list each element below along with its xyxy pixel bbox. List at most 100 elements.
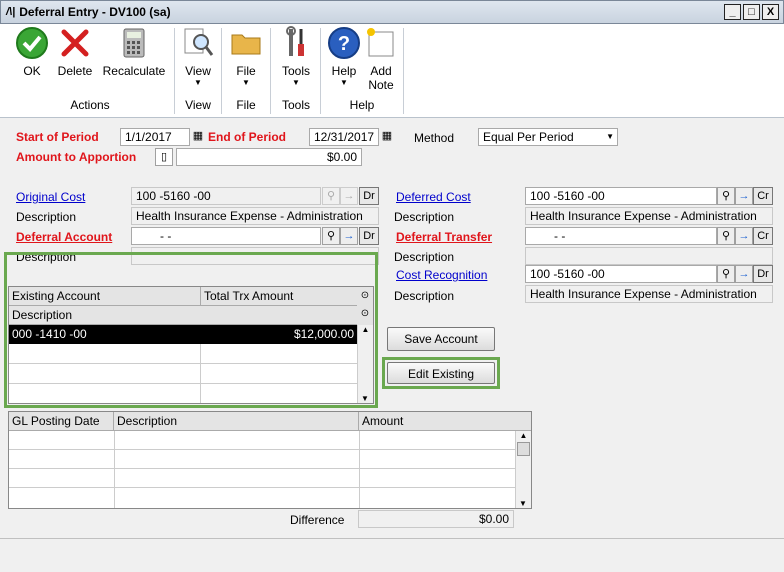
tools-label: Tools (281, 64, 310, 78)
group-actions: Actions (70, 98, 110, 112)
original-cost-input: 100 -5160 -00 (131, 187, 321, 205)
row-account: 000 -1410 -00 (12, 327, 87, 341)
col-description: Description (12, 308, 73, 322)
table-row[interactable] (9, 364, 357, 384)
original-cost-description: Health Insurance Expense - Administratio… (131, 207, 379, 225)
table-row[interactable] (9, 450, 515, 469)
scroll-up-icon[interactable]: ▲ (516, 431, 531, 440)
delete-button[interactable]: Delete (55, 26, 95, 78)
add-note-label-line1: Add (370, 64, 392, 78)
arrow-right-icon[interactable]: → (735, 187, 753, 205)
cost-recognition-link[interactable]: Cost Recognition (396, 268, 487, 282)
table-row[interactable] (9, 384, 357, 403)
row-amount: $12,000.00 (293, 327, 354, 341)
table-row[interactable] (9, 469, 515, 488)
minimize-button[interactable]: _ (724, 4, 741, 20)
deferral-transfer-description-label: Description (394, 250, 455, 264)
deferred-cost-input[interactable]: 100 -5160 -00 (525, 187, 717, 205)
deferral-transfer-input[interactable]: - - (525, 227, 717, 245)
original-cost-link[interactable]: Original Cost (16, 190, 85, 204)
ribbon-divider (403, 28, 404, 114)
edit-existing-button[interactable]: Edit Existing (387, 362, 495, 384)
table-row[interactable]: 000 -1410 -00 $12,000.00 (9, 325, 357, 344)
dr-button[interactable]: Dr (753, 265, 773, 283)
deferred-cost-description-label: Description (394, 210, 455, 224)
deferral-account-link[interactable]: Deferral Account (16, 230, 112, 244)
table-row[interactable] (9, 488, 515, 508)
scroll-up-icon[interactable]: ▲ (358, 325, 373, 334)
calendar-icon[interactable]: ▦ (189, 128, 207, 146)
existing-account-grid: Existing Account Total Trx Amount Descri… (8, 286, 374, 404)
add-note-button[interactable]: Add Note (364, 26, 398, 92)
add-note-label-line2: Note (368, 78, 394, 92)
ribbon-divider (270, 28, 271, 114)
method-label: Method (414, 131, 455, 145)
checkmark-icon (15, 26, 49, 60)
view-button[interactable]: View ▼ (180, 26, 216, 87)
col-posting-amount: Amount (362, 414, 404, 428)
file-label: File (236, 64, 256, 78)
col-existing-account: Existing Account (9, 287, 201, 306)
note-icon[interactable]: ▯ (155, 148, 173, 166)
chevron-down-icon: ▼ (292, 78, 300, 87)
amount-to-apportion-label: Amount to Apportion (16, 150, 137, 164)
ribbon-divider (221, 28, 222, 114)
help-button[interactable]: ? Help ▼ (326, 26, 362, 87)
posting-grid-scrollbar[interactable]: ▲ ▼ (515, 431, 531, 508)
group-help: Help (349, 98, 375, 112)
deferral-account-input[interactable]: - - (131, 227, 321, 245)
lookup-icon[interactable]: ⚲ (322, 227, 340, 245)
cost-recognition-input[interactable]: 100 -5160 -00 (525, 265, 717, 283)
arrow-right-icon[interactable]: → (735, 227, 753, 245)
method-value: Equal Per Period (483, 130, 574, 144)
table-row[interactable] (9, 431, 515, 450)
dr-button[interactable]: Dr (359, 227, 379, 245)
close-button[interactable]: X (762, 4, 779, 20)
scroll-thumb[interactable] (517, 442, 530, 456)
start-of-period-input[interactable]: 1/1/2017 (120, 128, 190, 146)
table-row[interactable] (9, 344, 357, 364)
ok-button[interactable]: OK (12, 26, 52, 78)
lookup-icon[interactable]: ⚲ (717, 265, 735, 283)
maximize-button[interactable]: □ (743, 4, 760, 20)
end-of-period-input[interactable]: 12/31/2017 (309, 128, 379, 146)
tools-button[interactable]: Tools ▼ (278, 26, 314, 87)
arrow-right-icon: → (340, 187, 358, 205)
dr-button[interactable]: Dr (359, 187, 379, 205)
chevron-down-icon: ▼ (340, 78, 348, 87)
deferral-transfer-link[interactable]: Deferral Transfer (396, 230, 492, 244)
lookup-icon[interactable]: ⚲ (717, 187, 735, 205)
lookup-icon[interactable]: ⚲ (717, 227, 735, 245)
end-of-period-label: End of Period (208, 130, 286, 144)
group-view: View (185, 98, 211, 112)
difference-label: Difference (290, 513, 345, 527)
expand-up-icon[interactable]: ⊙ (357, 287, 373, 305)
expand-down-icon[interactable]: ⊙ (357, 305, 373, 323)
save-account-button[interactable]: Save Account (387, 327, 495, 351)
deferred-cost-description: Health Insurance Expense - Administratio… (525, 207, 773, 225)
scroll-down-icon[interactable]: ▼ (358, 394, 372, 403)
arrow-right-icon[interactable]: → (735, 265, 753, 283)
ribbon-divider (174, 28, 175, 114)
title-bar: /\| Deferral Entry - DV100 (sa) _ □ X (0, 0, 784, 24)
window-title: Deferral Entry - DV100 (sa) (19, 5, 171, 19)
recalculate-button[interactable]: Recalculate (100, 26, 168, 78)
group-file: File (236, 98, 256, 112)
delete-label: Delete (57, 64, 93, 78)
lookup-icon: ⚲ (322, 187, 340, 205)
cr-button[interactable]: Cr (753, 227, 773, 245)
amount-to-apportion-input[interactable]: $0.00 (176, 148, 362, 166)
delete-x-icon (58, 26, 92, 60)
scroll-down-icon[interactable]: ▼ (516, 499, 530, 508)
folder-icon (229, 26, 263, 60)
file-button[interactable]: File ▼ (228, 26, 264, 87)
help-icon: ? (327, 26, 361, 60)
gl-posting-grid: GL Posting Date Description Amount ▲ ▼ (8, 411, 532, 509)
deferred-cost-link[interactable]: Deferred Cost (396, 190, 471, 204)
calendar-icon[interactable]: ▦ (378, 128, 396, 146)
cr-button[interactable]: Cr (753, 187, 773, 205)
existing-grid-scrollbar[interactable]: ▲ ▼ (357, 325, 373, 403)
method-dropdown[interactable]: Equal Per Period ▼ (478, 128, 618, 146)
ribbon-divider (320, 28, 321, 114)
arrow-right-icon[interactable]: → (340, 227, 358, 245)
